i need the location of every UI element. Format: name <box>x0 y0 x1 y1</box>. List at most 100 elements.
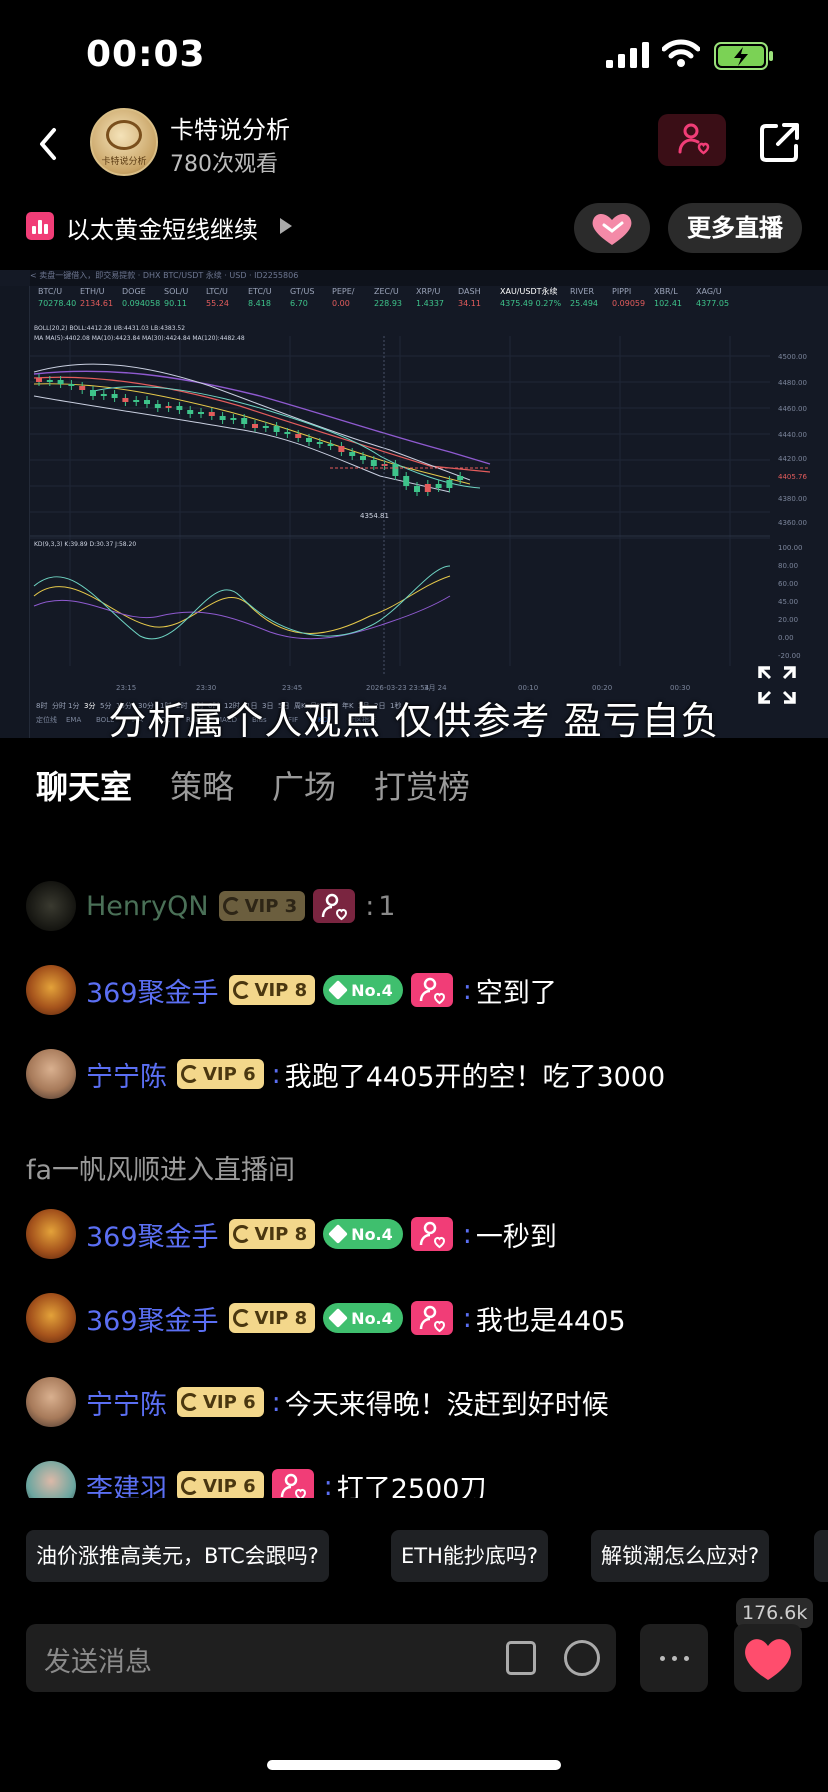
ticker-item[interactable]: PEPE/0.00 <box>332 286 354 310</box>
ticker-item[interactable]: PIPPI 0.09059 <box>612 286 645 310</box>
share-icon[interactable] <box>756 118 804 166</box>
chat-message[interactable]: 369聚金手 VIP 8 No.4: 空到了 <box>26 964 557 1016</box>
follow-button[interactable] <box>658 114 726 166</box>
user-avatar[interactable] <box>26 1049 76 1099</box>
avatar-label: 卡特说分析 <box>101 157 147 167</box>
ticker-item[interactable]: BTC/U 70278.40 <box>38 286 76 310</box>
username[interactable]: 宁宁陈 <box>86 1055 167 1094</box>
home-indicator <box>267 1760 561 1770</box>
ticker-value: 0.09059 <box>612 299 646 308</box>
ticker-value: 4377.05 <box>696 299 730 308</box>
tab-chatroom[interactable]: 聊天室 <box>36 762 132 808</box>
ticker-item[interactable]: DASH 34.11 <box>458 286 481 310</box>
ticker-value: 2134.61 <box>80 299 114 308</box>
ticker-item[interactable]: XAU/USDT永续 4375.49 0.27% <box>500 286 561 310</box>
username[interactable]: 李建羽 <box>86 1467 167 1499</box>
ticker-item[interactable]: ZEC/U 228.93 <box>374 286 402 310</box>
ticker-item[interactable]: RIVER 25.494 <box>570 286 598 310</box>
streamer-avatar[interactable]: 卡特说分析 <box>90 108 158 176</box>
ticker-symbol: ZEC/U <box>374 287 399 296</box>
message-input[interactable]: 发送消息 <box>26 1624 616 1692</box>
tab-reward-ranking[interactable]: 打赏榜 <box>374 762 470 808</box>
quick-question[interactable]: 解锁潮怎么应对? <box>591 1530 770 1582</box>
username[interactable]: 369聚金手 <box>86 1215 219 1254</box>
user-avatar[interactable] <box>26 1461 76 1498</box>
ticker-item[interactable]: XRP/U 1.4337 <box>416 286 444 310</box>
username[interactable]: 宁宁陈 <box>86 1383 167 1422</box>
user-avatar[interactable] <box>26 1293 76 1343</box>
rank-badge: No.4 <box>323 1219 403 1249</box>
more-live-button[interactable]: 更多直播 <box>668 203 802 253</box>
username[interactable]: HenryQN <box>86 891 209 922</box>
gift-box-icon[interactable] <box>506 1641 536 1675</box>
tab-plaza[interactable]: 广场 <box>272 762 336 808</box>
candle-body <box>316 442 323 444</box>
like-handshake-button[interactable] <box>574 203 650 253</box>
ticker-item[interactable]: XAG/U 4377.05 <box>696 286 729 310</box>
streamer-name[interactable]: 卡特说分析 <box>170 110 290 145</box>
candle-body <box>36 378 42 382</box>
candle-body <box>90 390 96 396</box>
ticker-item[interactable]: ETC/U 8.418 <box>248 286 272 310</box>
ticker-item[interactable]: DOGE 0.094058 <box>122 286 160 310</box>
ticker-symbol: XRP/U <box>416 287 441 296</box>
emoji-icon[interactable] <box>564 1640 600 1676</box>
ticker-symbol: XAU/USDT永续 <box>500 287 558 296</box>
diamond-icon <box>328 1308 349 1328</box>
chat-list[interactable]: HenryQN VIP 3:1 369聚金手 VIP 8 No.4: 空到了 宁宁陈 VIP … <box>0 880 828 1498</box>
candle-body <box>79 386 86 390</box>
user-avatar[interactable] <box>26 881 76 931</box>
vip-level: VIP 6 <box>203 1391 256 1413</box>
quick-question-overflow[interactable] <box>814 1530 828 1582</box>
quick-question[interactable]: ETH能抄底吗? <box>391 1530 549 1582</box>
ticker-symbol: PIPPI <box>612 287 632 296</box>
candle-body <box>381 464 388 466</box>
heart-hands-icon <box>592 214 632 245</box>
chat-message[interactable]: 宁宁陈 VIP 6: 我跑了4405开的空！吃了3000 <box>26 1048 665 1100</box>
ticker-item[interactable]: LTC/U 55.24 <box>206 286 229 310</box>
ticker-strip: BTC/U 70278.40 ETH/U 2134.61 DOGE 0.094058 SOL… <box>38 286 828 316</box>
candle-body <box>122 398 129 402</box>
back-arrow-icon[interactable] <box>30 122 70 166</box>
chat-message[interactable]: 369聚金手 VIP 8 No.4: 一秒到 <box>26 1208 557 1260</box>
message-colon: : <box>462 1302 472 1334</box>
chat-message[interactable]: 369聚金手 VIP 8 No.4: 我也是4405 <box>26 1292 626 1344</box>
more-options-button[interactable] <box>640 1624 708 1692</box>
candle-body <box>273 426 280 432</box>
kdj-j-line <box>33 565 451 640</box>
ticker-value: 34.11 <box>458 299 481 308</box>
ticker-item[interactable]: GT/US 6.70 <box>290 286 314 310</box>
user-avatar[interactable] <box>26 1377 76 1427</box>
tab-strategy[interactable]: 策略 <box>170 762 234 808</box>
price-tick: 4500.00 <box>778 353 807 361</box>
vip-level: VIP 8 <box>254 979 308 1001</box>
quick-question[interactable]: 油价涨推高美元，BTC会跟吗? <box>26 1530 329 1582</box>
live-video[interactable]: < 卖盘一键借入，即交易提款 · DHX BTC/USDT 永续 · USD ·… <box>0 270 828 738</box>
ticker-item[interactable]: SOL/U 90.11 <box>164 286 188 310</box>
chat-message[interactable]: HenryQN VIP 3:1 <box>26 880 395 932</box>
chat-message[interactable]: 李建羽 VIP 6: 打了2500刀 <box>26 1460 486 1498</box>
fullscreen-icon[interactable] <box>756 664 798 706</box>
candle-body <box>370 460 377 466</box>
user-avatar[interactable] <box>26 1209 76 1259</box>
ticker-item[interactable]: ETH/U 2134.61 <box>80 286 113 310</box>
topic-title: 以太黄金短线继续 <box>66 216 258 244</box>
ticker-item[interactable]: XBR/L 102.41 <box>654 286 682 310</box>
battery-icon <box>714 42 773 70</box>
candle-body <box>176 406 183 410</box>
ticker-symbol: DOGE <box>122 287 146 296</box>
candle-body <box>57 380 64 384</box>
chat-message[interactable]: 宁宁陈 VIP 6: 今天来得晚！没赶到好时候 <box>26 1376 609 1428</box>
ticker-symbol: LTC/U <box>206 287 228 296</box>
price-tick: 4440.00 <box>778 431 807 439</box>
like-button[interactable] <box>734 1624 802 1692</box>
message-colon: : <box>462 974 472 1006</box>
username[interactable]: 369聚金手 <box>86 1299 219 1338</box>
username[interactable]: 369聚金手 <box>86 971 219 1010</box>
ma-legend: MA MA(5):4402.08 MA(10):4423.84 MA(30):4… <box>34 335 245 342</box>
candle-body <box>154 404 161 408</box>
candle-body <box>100 394 107 396</box>
status-time: 00:03 <box>86 34 206 75</box>
candle-body <box>46 380 53 382</box>
user-avatar[interactable] <box>26 965 76 1015</box>
